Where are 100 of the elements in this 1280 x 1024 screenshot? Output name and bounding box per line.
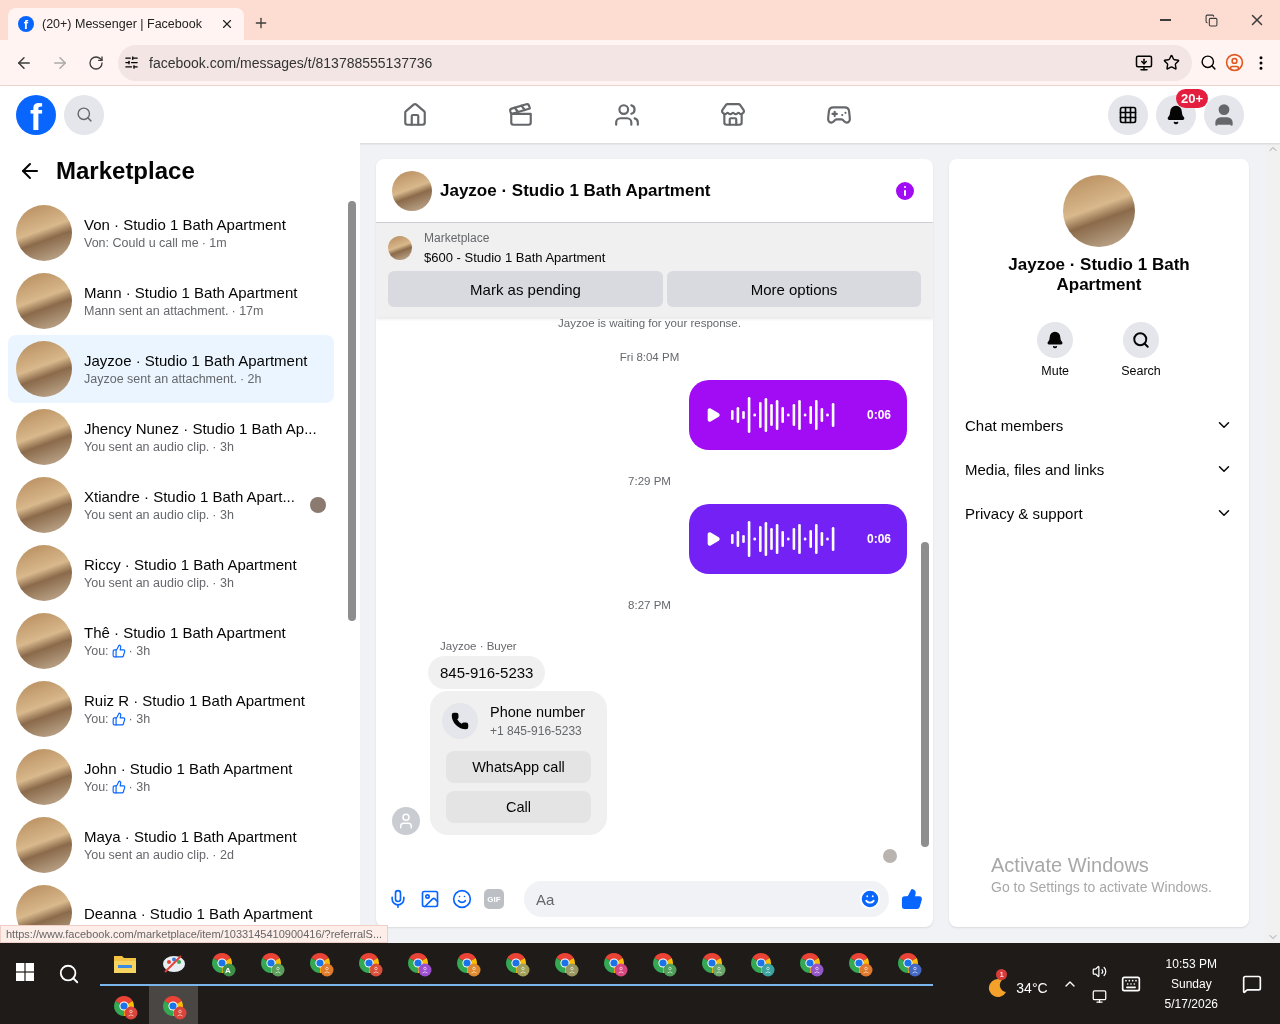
message-time: · 1m — [201, 236, 227, 250]
listing-button[interactable]: More options — [667, 271, 921, 307]
message-time: · 3h — [128, 780, 151, 794]
section-header[interactable]: Media, files and links — [957, 447, 1241, 491]
video-icon[interactable] — [508, 101, 534, 128]
conversation-name: Jayzoe · Studio 1 Bath Apartment — [84, 352, 309, 369]
play-icon[interactable] — [705, 407, 721, 423]
conversation-name: John · Studio 1 Bath Apartment — [84, 760, 294, 777]
play-icon[interactable] — [705, 531, 721, 547]
audio-message[interactable]: 0:06 — [689, 380, 907, 450]
message-preview: You sent an audio clip. — [84, 576, 210, 590]
message-time: · 3h — [128, 712, 151, 726]
profile-action[interactable]: Mute — [1031, 321, 1080, 379]
message-preview: You sent an audio clip. — [84, 508, 210, 522]
notification-count: 20+ — [1175, 88, 1208, 108]
message-preview: You: — [84, 712, 109, 726]
conversation-item[interactable]: Xtiandre · Studio 1 Bath Apart... You sent an audio clip. · 3h — [8, 471, 334, 539]
facebook-logo[interactable]: f — [16, 94, 56, 135]
volume-icon[interactable] — [1091, 963, 1107, 979]
browser-app-icon — [601, 950, 628, 977]
photo-placeholder — [16, 613, 72, 669]
scrollbar-thumb[interactable] — [921, 542, 929, 847]
search-button[interactable] — [64, 94, 104, 135]
conversation-item[interactable]: Jhency Nunez · Studio 1 Bath Ap... You sent an audio clip. · 3h — [8, 403, 334, 471]
conversation-name: Thê · Studio 1 Bath Apartment — [84, 624, 287, 641]
message-preview: Jayzoe sent an attachment. — [84, 372, 237, 386]
call-button[interactable]: Call — [446, 791, 591, 823]
apps-grid-button[interactable] — [1108, 94, 1148, 135]
sidebar-search-icon[interactable] — [1200, 54, 1217, 71]
image-icon[interactable] — [420, 889, 440, 909]
browser-app-icon — [503, 950, 530, 977]
network-icon[interactable] — [1091, 988, 1107, 1004]
profile-icon[interactable] — [1225, 53, 1244, 72]
conversation-item[interactable]: Jayzoe · Studio 1 Bath Apartment Jayzoe sent an attachment. · 2h — [8, 335, 334, 403]
plus-icon — [253, 15, 269, 31]
account-avatar[interactable] — [1204, 94, 1244, 135]
conversation-item[interactable]: Ruiz R · Studio 1 Bath Apartment You: · 3h — [8, 675, 334, 743]
audio-message[interactable]: 0:06 — [689, 504, 907, 574]
emoji-icon[interactable] — [859, 888, 881, 910]
restore-icon — [1204, 13, 1218, 27]
bell-icon — [1166, 104, 1186, 125]
browser-tab[interactable]: f (20+) Messenger | Facebook — [8, 8, 244, 40]
audio-duration: 0:06 — [866, 532, 891, 546]
grid-icon — [1118, 104, 1138, 125]
install-app-icon[interactable] — [1135, 53, 1153, 72]
conversation-name: Maya · Studio 1 Bath Apartment — [84, 828, 298, 845]
browser-app-icon — [209, 950, 236, 977]
conversation-item[interactable]: John · Studio 1 Bath Apartment You: · 3h — [8, 743, 334, 811]
message-preview: Mann sent an attachment. — [84, 304, 229, 318]
search-icon — [75, 106, 93, 123]
like-icon[interactable] — [901, 888, 923, 910]
message-time: · 17m — [231, 304, 264, 318]
sticker-icon[interactable] — [452, 889, 472, 909]
microphone-icon[interactable] — [388, 889, 408, 909]
conversation-item[interactable]: Maya · Studio 1 Bath Apartment You sent an audio clip. · 2d — [8, 811, 334, 879]
photo-placeholder — [16, 273, 72, 329]
moon-icon — [986, 976, 1009, 999]
home-icon[interactable] — [402, 101, 428, 128]
message-input[interactable]: Aa — [524, 881, 889, 917]
read-receipt-avatar — [883, 849, 897, 863]
tab-title: (20+) Messenger | Facebook — [42, 17, 203, 31]
search-icon — [1132, 331, 1150, 349]
scrollbar-thumb[interactable] — [348, 201, 356, 621]
phone-icon — [442, 703, 478, 739]
section-header[interactable]: Chat members — [957, 403, 1241, 447]
message-preview: You sent an audio clip. — [84, 440, 210, 454]
weather-widget[interactable]: 1 34°C — [986, 968, 1048, 999]
conversation-item[interactable]: Riccy · Studio 1 Bath Apartment You sent an audio clip. · 3h — [8, 539, 334, 607]
chat-title: Jayzoe · Studio 1 Bath Apartment — [440, 180, 712, 201]
browser-app-icon — [258, 950, 285, 977]
site-settings-icon[interactable] — [124, 55, 139, 70]
call-button[interactable]: WhatsApp call — [446, 751, 591, 783]
search-icon[interactable] — [58, 963, 80, 985]
message-time: · 3h — [212, 440, 234, 454]
browser-app-icon — [307, 950, 334, 977]
close-icon[interactable] — [220, 17, 234, 31]
message-preview: You sent an audio clip. — [84, 848, 210, 862]
notifications-icon[interactable] — [1242, 973, 1262, 994]
browser-app-icon — [797, 950, 824, 977]
store-icon[interactable] — [720, 101, 746, 128]
timestamp: Fri 8:04 PM — [619, 351, 680, 363]
bookmark-star-icon[interactable] — [1163, 54, 1180, 71]
conversation-item[interactable]: Von · Studio 1 Bath Apartment Von: Could u call me · 1m — [8, 199, 334, 267]
conversation-name: Von · Studio 1 Bath Apartment — [84, 216, 287, 233]
browser-app-icon — [356, 950, 383, 977]
profile-action[interactable]: Search — [1115, 321, 1167, 379]
windows-logo-icon[interactable] — [16, 963, 34, 981]
section-header[interactable]: Privacy & support — [957, 491, 1241, 535]
profile-letter: A — [225, 966, 231, 975]
taskbar-clock[interactable]: 10:53 PM Sunday 5/17/2026 — [1164, 956, 1218, 1011]
friends-icon[interactable] — [614, 101, 640, 128]
photo-placeholder — [16, 477, 72, 533]
taskbar-app[interactable]: A — [198, 943, 247, 986]
photo-placeholder — [392, 170, 432, 211]
listing-button[interactable]: Mark as pending — [388, 271, 663, 307]
waiting-notice: Jayzoe is waiting for your response. — [558, 317, 741, 329]
conversation-item[interactable]: Thê · Studio 1 Bath Apartment You: · 3h — [8, 607, 334, 675]
bell-icon — [1046, 331, 1065, 349]
message-time: · 3h — [212, 508, 234, 522]
conversation-item[interactable]: Mann · Studio 1 Bath Apartment Mann sent an attachment. · 17m — [8, 267, 334, 335]
